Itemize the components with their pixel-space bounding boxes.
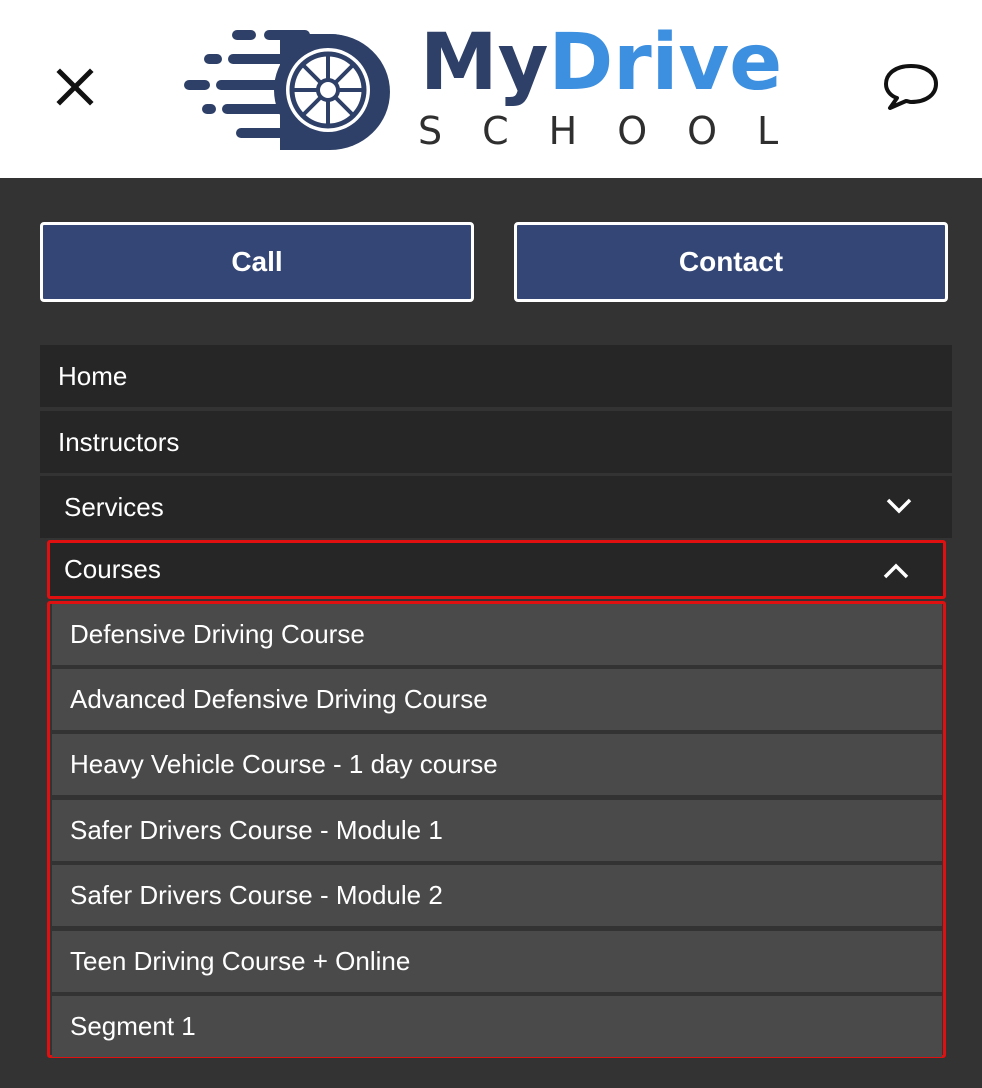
wheel-logo-icon [184,30,390,150]
submenu-item-label: Segment 1 [70,1011,196,1041]
logo-wordmark: MyDrive [420,20,782,106]
chat-bubble-icon [884,64,938,110]
close-menu-button[interactable] [52,64,98,110]
mydrive-school-logo[interactable]: MyDrive SCHOOL [180,18,820,158]
nav-item-label: Services [64,491,164,522]
nav-item-label: Courses [64,554,161,584]
submenu-item[interactable]: Heavy Vehicle Course - 1 day course [52,734,942,795]
submenu-item-label: Safer Drivers Course - Module 2 [70,880,443,910]
nav-item-courses[interactable]: Courses [47,540,946,599]
submenu-item[interactable]: Teen Driving Course + Online [52,931,942,992]
submenu-item[interactable]: Defensive Driving Course [52,604,942,665]
chat-button[interactable] [880,60,942,114]
close-icon [56,68,94,106]
submenu-item-label: Teen Driving Course + Online [70,946,411,976]
logo-drive-text: Drive [548,18,783,108]
submenu-item[interactable]: Segment 1 [52,996,942,1057]
contact-button[interactable]: Contact [514,222,948,302]
chevron-down-icon[interactable] [884,494,914,518]
submenu-item[interactable]: Advanced Defensive Driving Course [52,669,942,730]
logo-my-text: My [420,18,549,108]
submenu-item[interactable]: Safer Drivers Course - Module 2 [52,865,942,926]
submenu-item-label: Safer Drivers Course - Module 1 [70,815,443,845]
submenu-item-label: Heavy Vehicle Course - 1 day course [70,749,498,779]
nav-item-label: Instructors [58,426,180,457]
nav-item-label: Home [58,360,128,391]
nav-item-services[interactable]: Services [40,476,952,538]
logo-school-text: SCHOOL [418,109,819,153]
submenu-item-label: Advanced Defensive Driving Course [70,684,488,714]
nav-item-home[interactable]: Home [40,345,952,407]
submenu-item-label: Defensive Driving Course [70,619,365,649]
submenu-item[interactable]: Safer Drivers Course - Module 1 [52,800,942,861]
courses-submenu: Defensive Driving Course Advanced Defens… [47,601,946,1058]
site-header: MyDrive SCHOOL [0,0,982,178]
call-button[interactable]: Call [40,222,474,302]
chevron-up-icon[interactable] [881,559,911,583]
nav-item-instructors[interactable]: Instructors [40,411,952,473]
